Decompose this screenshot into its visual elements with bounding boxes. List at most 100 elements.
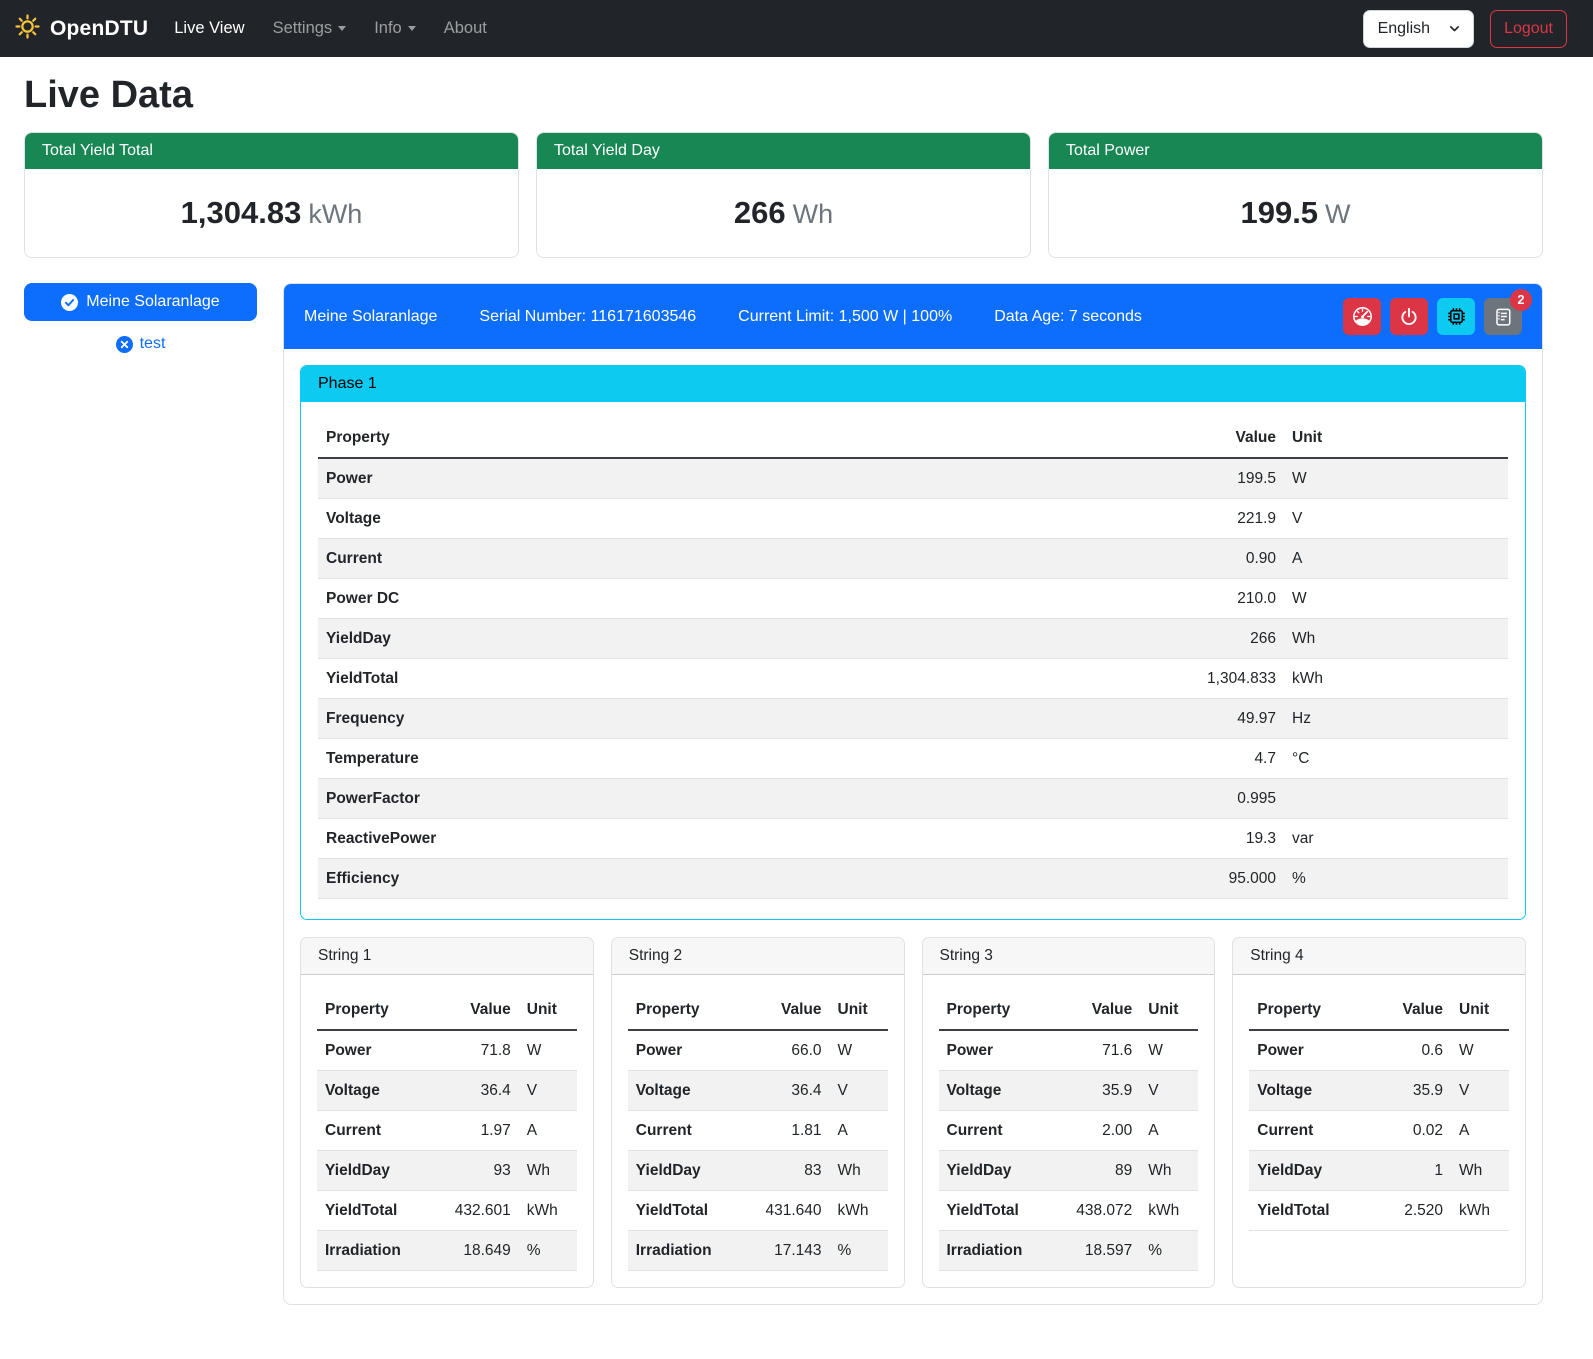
unit-cell: W (830, 1030, 888, 1071)
value-cell: 19.3 (895, 819, 1284, 859)
event-log-button[interactable]: 2 (1484, 298, 1522, 335)
table-row: Power71.8W (317, 1030, 577, 1071)
unit-cell: % (1284, 859, 1508, 899)
table-row: Current1.81A (628, 1111, 888, 1151)
string-4-card: String 4 Property Value Unit (1232, 937, 1526, 1288)
check-circle-icon (61, 294, 78, 311)
value-cell: 49.97 (895, 699, 1284, 739)
table-row: Frequency49.97Hz (318, 699, 1508, 739)
table-header-row: Property Value Unit (628, 991, 888, 1030)
power-icon (1399, 307, 1419, 327)
phase-1-body: Property Value Unit Power199.5WVoltage22… (301, 402, 1525, 919)
string-1-title: String 1 (301, 938, 593, 975)
inverter-name: Meine Solaranlage (304, 308, 437, 326)
power-button[interactable] (1390, 298, 1428, 335)
string-1-card: String 1 Property Value Unit (300, 937, 594, 1288)
table-row: Voltage35.9V (1249, 1071, 1509, 1111)
property-cell: YieldTotal (317, 1191, 430, 1231)
unit-cell: % (1140, 1231, 1198, 1271)
phase-1-title: Phase 1 (301, 366, 1525, 402)
inverter-sidebar: Meine Solaranlage test (24, 283, 257, 353)
nav-info[interactable]: Info (374, 19, 416, 38)
top-navbar: OpenDTU Live View Settings Info About En… (0, 0, 1593, 57)
total-power-value: 199.5 (1240, 195, 1318, 230)
property-cell: YieldDay (317, 1151, 430, 1191)
page-title: Live Data (24, 74, 1543, 117)
inverter-item-test[interactable]: test (24, 335, 257, 353)
property-cell: Voltage (939, 1071, 1052, 1111)
string-2-body: Property Value Unit Power66.0WVoltage36.… (612, 975, 904, 1287)
table-row: Current2.00A (939, 1111, 1199, 1151)
selected-inverter-label: Meine Solaranlage (86, 293, 219, 311)
unit-cell: Wh (1451, 1151, 1509, 1191)
device-info-button[interactable] (1437, 298, 1475, 335)
table-row: Irradiation17.143% (628, 1231, 888, 1271)
inverter-select-button[interactable]: Meine Solaranlage (24, 283, 257, 321)
property-cell: Temperature (318, 739, 895, 779)
property-cell: Current (628, 1111, 741, 1151)
page-content: Live Data Total Yield Total 1,304.83kWh … (0, 57, 1593, 1305)
total-power-unit: W (1325, 199, 1350, 229)
property-cell: Power (318, 458, 895, 499)
language-select[interactable]: English (1363, 10, 1474, 48)
unit-cell: A (1140, 1111, 1198, 1151)
value-cell: 36.4 (430, 1071, 519, 1111)
main-nav: Live View Settings Info About (174, 19, 487, 38)
nav-info-label: Info (374, 19, 402, 38)
unit-cell: kWh (519, 1191, 577, 1231)
chevron-down-icon (408, 26, 416, 31)
unit-cell: Wh (830, 1151, 888, 1191)
string-cards: String 1 Property Value Unit (300, 937, 1526, 1288)
value-cell: 199.5 (895, 458, 1284, 499)
property-cell: Power (628, 1030, 741, 1071)
phase-1-table: Property Value Unit Power199.5WVoltage22… (318, 419, 1508, 899)
nav-live-view[interactable]: Live View (174, 19, 244, 38)
value-cell: 266 (895, 619, 1284, 659)
inverter-card-body: Phase 1 Property Value Unit Power199.5WV… (284, 349, 1542, 1304)
unit-cell: W (1140, 1030, 1198, 1071)
property-cell: Power (317, 1030, 430, 1071)
value-cell: 93 (430, 1151, 519, 1191)
table-row: Current0.90A (318, 539, 1508, 579)
property-cell: YieldDay (1249, 1151, 1372, 1191)
unit-cell: kWh (1140, 1191, 1198, 1231)
x-circle-icon (116, 336, 133, 353)
table-row: YieldDay1Wh (1249, 1151, 1509, 1191)
inverter-data-age: Data Age: 7 seconds (994, 308, 1142, 326)
value-column-header: Value (741, 991, 830, 1030)
value-cell: 1,304.833 (895, 659, 1284, 699)
phase-1-card: Phase 1 Property Value Unit Power199.5WV… (300, 365, 1526, 920)
sun-logo-icon (14, 13, 41, 45)
event-count-badge: 2 (1510, 289, 1532, 311)
brand[interactable]: OpenDTU (14, 13, 148, 45)
table-row: Irradiation18.597% (939, 1231, 1199, 1271)
language-value: English (1378, 20, 1430, 38)
nav-settings[interactable]: Settings (273, 19, 347, 38)
value-column-header: Value (1052, 991, 1141, 1030)
chevron-down-icon (338, 26, 346, 31)
value-cell: 0.90 (895, 539, 1284, 579)
unit-column-header: Unit (1140, 991, 1198, 1030)
nav-settings-label: Settings (273, 19, 333, 38)
unit-column-header: Unit (1451, 991, 1509, 1030)
unit-cell: V (1140, 1071, 1198, 1111)
table-row: Voltage36.4V (628, 1071, 888, 1111)
logout-button[interactable]: Logout (1490, 10, 1567, 48)
table-row: YieldTotal2.520kWh (1249, 1191, 1509, 1231)
summary-cards: Total Yield Total 1,304.83kWh Total Yiel… (24, 132, 1543, 258)
property-cell: Current (1249, 1111, 1372, 1151)
table-row: Efficiency95.000% (318, 859, 1508, 899)
property-cell: Current (939, 1111, 1052, 1151)
value-cell: 89 (1052, 1151, 1141, 1191)
table-row: YieldDay89Wh (939, 1151, 1199, 1191)
limit-settings-button[interactable] (1343, 298, 1381, 335)
value-cell: 1.97 (430, 1111, 519, 1151)
table-row: Irradiation18.649% (317, 1231, 577, 1271)
unit-cell: % (519, 1231, 577, 1271)
table-row: Temperature4.7°C (318, 739, 1508, 779)
nav-about[interactable]: About (444, 19, 487, 38)
table-row: PowerFactor0.995 (318, 779, 1508, 819)
property-cell: Voltage (628, 1071, 741, 1111)
property-cell: YieldDay (318, 619, 895, 659)
unit-column-header: Unit (1284, 419, 1508, 458)
